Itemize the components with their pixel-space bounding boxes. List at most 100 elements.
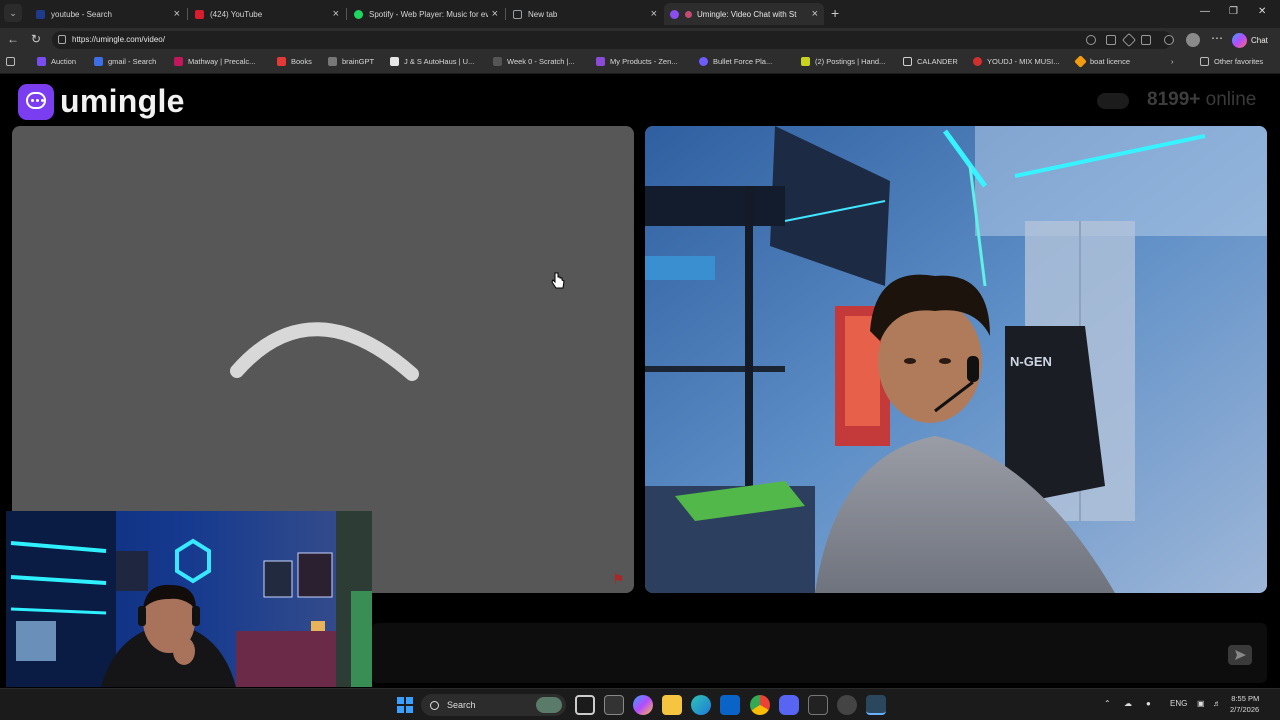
tab-title: Umingle: Video Chat with St <box>697 9 797 19</box>
online-count: 8199+ online <box>1147 89 1256 111</box>
tab-title: (424) YouTube <box>210 9 263 19</box>
minimize-icon[interactable]: — <box>1200 6 1210 17</box>
bookmark-calander[interactable]: CALANDER <box>903 57 958 66</box>
more-options-icon[interactable]: ⋯ <box>1211 31 1223 45</box>
site-info-icon[interactable] <box>58 35 66 44</box>
bookmark-label: Week 0 - Scratch |... <box>507 57 575 66</box>
chat-bubble-icon <box>18 83 54 120</box>
taskbar-search-box[interactable]: Search <box>421 694 566 716</box>
favorites-icon[interactable] <box>1164 35 1174 45</box>
edge-icon[interactable] <box>691 695 711 715</box>
bookmark-label: brainGPT <box>342 57 375 66</box>
file-explorer-icon[interactable] <box>662 695 682 715</box>
scratch-favicon-icon <box>493 57 502 66</box>
online-label: online <box>1205 89 1257 110</box>
microsoft-store-icon[interactable] <box>604 695 624 715</box>
bookmark-js-autohaus[interactable]: J & S AutoHaus | U... <box>390 57 474 66</box>
window-close-icon[interactable]: ✕ <box>1258 6 1266 17</box>
taskbar-clock[interactable]: 8:55 PM 2/7/2026 <box>1230 693 1259 715</box>
send-arrow-icon[interactable] <box>1228 645 1252 665</box>
spotify-favicon-icon <box>354 9 363 19</box>
favorite-star-icon[interactable] <box>1121 32 1137 48</box>
streamer-webcam-image <box>6 511 372 687</box>
umingle-logo[interactable]: umingle <box>18 83 185 120</box>
address-bar[interactable]: https://umingle.com/video/ <box>52 31 1172 49</box>
bookmark-bullet-force[interactable]: Bullet Force Pla... <box>699 57 772 66</box>
bookmark-label: Auction <box>51 57 77 66</box>
tab-title: youtube - Search <box>51 9 112 19</box>
discord-icon[interactable] <box>779 695 799 715</box>
bookmark-postings[interactable]: (2) Postings | Hand... <box>801 57 885 66</box>
onedrive-cloud-icon[interactable]: ☁ <box>1124 699 1132 708</box>
restore-icon[interactable]: ❐ <box>1229 6 1238 17</box>
self-video-panel: N-GEN <box>645 126 1267 593</box>
network-icon[interactable]: ▣ <box>1197 699 1205 708</box>
hand-cursor-icon <box>551 272 565 289</box>
tab-youtube[interactable]: (424) YouTube × <box>189 3 345 25</box>
chrome-icon[interactable] <box>750 695 770 715</box>
tab-new-tab[interactable]: New tab × <box>507 3 663 25</box>
outlook-icon[interactable] <box>720 695 740 715</box>
game-controller-icon[interactable] <box>808 695 828 715</box>
windows-taskbar: Search ⌃ ☁ ● ENG ▣ ♬ 8:55 PM 2/7/2026 <box>0 688 1280 720</box>
windows-start-icon[interactable] <box>395 695 415 715</box>
bookmark-boat-licence[interactable]: boat licence <box>1074 55 1130 68</box>
zoom-icon[interactable] <box>1086 35 1096 45</box>
bookmark-mathway[interactable]: Mathway | Precalc... <box>174 57 255 66</box>
close-icon[interactable]: × <box>174 8 180 20</box>
browser-toolbar: ← ↻ https://umingle.com/video/ ⋯ Chat <box>0 28 1280 52</box>
tab-umingle[interactable]: Umingle: Video Chat with St × <box>664 3 824 25</box>
bookmark-books[interactable]: Books <box>277 57 312 66</box>
bookmark-scratch[interactable]: Week 0 - Scratch |... <box>493 57 575 66</box>
books-favicon-icon <box>277 57 286 66</box>
svg-text:N-GEN: N-GEN <box>1010 354 1052 369</box>
tab-youtube-search[interactable]: youtube - Search × <box>30 3 186 25</box>
autohaus-favicon-icon <box>390 57 399 66</box>
mathway-favicon-icon <box>174 57 183 66</box>
bookmarks-panel-icon[interactable] <box>6 57 20 66</box>
close-icon[interactable]: × <box>651 8 657 20</box>
online-status-toggle[interactable] <box>1097 93 1129 109</box>
close-icon[interactable]: × <box>492 8 498 20</box>
braingpt-favicon-icon <box>328 57 337 66</box>
bookmark-braingpt[interactable]: brainGPT <box>328 57 374 66</box>
clock-date: 2/7/2026 <box>1230 705 1260 714</box>
back-arrow-icon[interactable]: ← <box>7 32 19 46</box>
bullet-force-favicon-icon <box>699 57 708 66</box>
tray-overflow-chevron-icon[interactable]: ⌃ <box>1104 699 1111 708</box>
split-screen-icon[interactable] <box>1141 35 1151 45</box>
other-favorites[interactable]: Other favorites <box>1200 57 1263 66</box>
bookmark-youdj[interactable]: YOUDJ - MIX MUSI... <box>973 57 1060 66</box>
new-tab-button[interactable]: + <box>831 5 839 21</box>
language-indicator[interactable]: ENG <box>1170 699 1187 708</box>
browser-tab-strip: ⌄ youtube - Search × (424) YouTube × Spo… <box>0 0 1280 28</box>
send-glyph <box>1235 650 1246 660</box>
bookmark-auction[interactable]: Auction <box>37 57 76 66</box>
copilot-taskbar-icon[interactable] <box>633 695 653 715</box>
bookmark-label: Mathway | Precalc... <box>188 57 256 66</box>
boat-favicon-icon <box>1074 55 1087 68</box>
copilot-chat-button[interactable]: Chat <box>1232 31 1268 49</box>
tab-spotify[interactable]: Spotify - Web Player: Music for ev × <box>348 3 504 25</box>
task-view-icon[interactable] <box>575 695 595 715</box>
close-icon[interactable]: × <box>812 8 818 20</box>
tab-list-chevron-icon[interactable]: ⌄ <box>4 4 22 22</box>
copilot-icon <box>1232 32 1247 48</box>
bookmark-gmail-search[interactable]: gmail - Search <box>94 57 156 66</box>
steam-icon[interactable] <box>866 695 886 715</box>
refresh-icon[interactable]: ↻ <box>31 32 41 46</box>
close-icon[interactable]: × <box>333 8 339 20</box>
microphone-icon[interactable]: ● <box>1146 699 1151 708</box>
bookmarks-overflow-chevron-icon[interactable]: › <box>1171 57 1174 66</box>
read-aloud-icon[interactable] <box>1106 35 1116 45</box>
chat-message-bar[interactable] <box>372 623 1267 683</box>
bookmark-label: (2) Postings | Hand... <box>815 57 886 66</box>
profile-avatar[interactable] <box>1186 33 1200 47</box>
umingle-favicon-icon <box>670 9 679 19</box>
report-flag-icon[interactable]: ⚑ <box>612 571 625 588</box>
bookmark-label: My Products - Zen... <box>610 57 678 66</box>
bookmark-zen-products[interactable]: My Products - Zen... <box>596 57 678 66</box>
volume-icon[interactable]: ♬ <box>1213 699 1221 708</box>
obs-icon[interactable] <box>837 695 857 715</box>
webcam-feed-image: N-GEN <box>645 126 1267 593</box>
